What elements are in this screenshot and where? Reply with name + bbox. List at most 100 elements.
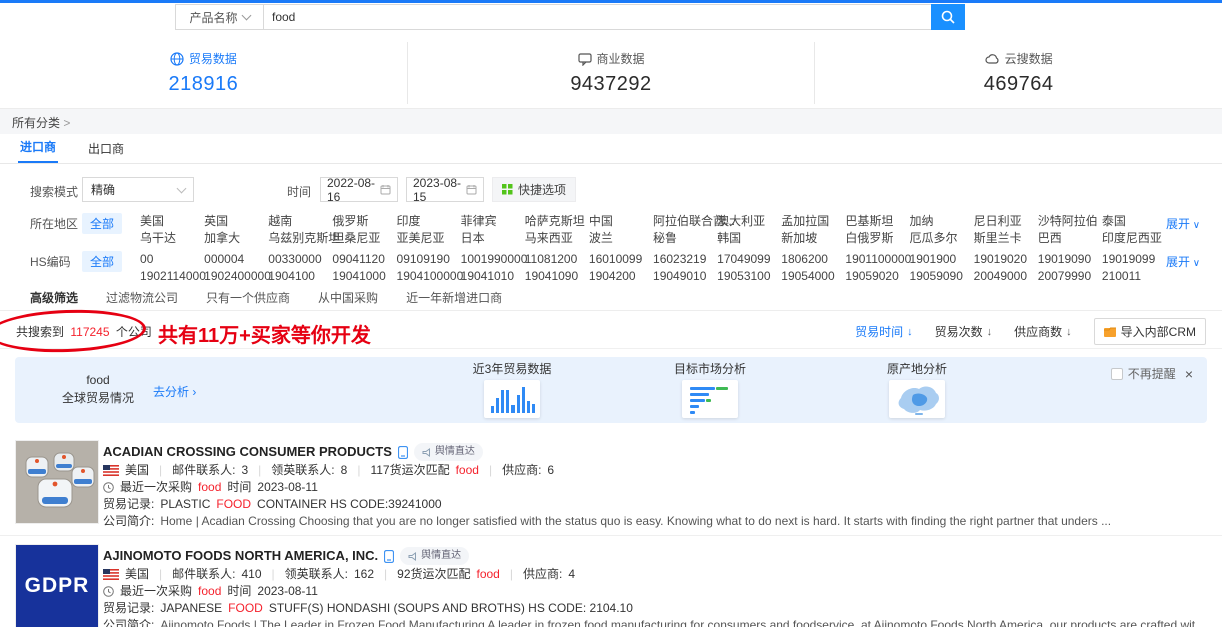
promo-card-trade-trend[interactable]: 近3年贸易数据 — [447, 361, 577, 418]
region-option[interactable]: 巴基斯坦 — [845, 213, 909, 230]
promo-card-origin[interactable]: 原产地分析 — [852, 361, 982, 418]
analyze-link[interactable]: 去分析 — [153, 383, 196, 400]
company-card[interactable]: ACADIAN CROSSING CONSUMER PRODUCTS 舆情直达 … — [0, 437, 1222, 536]
region-option[interactable]: 厄瓜多尔 — [910, 230, 974, 247]
hs-code-option[interactable]: 19019020 — [974, 251, 1038, 268]
sort-trade-time[interactable]: 贸易时间↓ — [855, 323, 913, 340]
search-input[interactable] — [263, 4, 931, 30]
stat-cloud-search-data[interactable]: 云搜数据 469764 — [814, 42, 1222, 104]
region-option[interactable]: 中国 — [589, 213, 653, 230]
hs-code-option[interactable]: 1806200 — [781, 251, 845, 268]
region-option[interactable]: 越南 — [268, 213, 332, 230]
company-name[interactable]: ACADIAN CROSSING CONSUMER PRODUCTS — [103, 444, 392, 460]
region-option[interactable]: 哈萨克斯坦 — [525, 213, 589, 230]
hs-code-option[interactable]: 1001990000 — [461, 251, 525, 268]
region-all-chip[interactable]: 全部 — [82, 213, 122, 234]
hs-code-option[interactable]: 1901100000 — [845, 251, 909, 268]
region-option[interactable]: 日本 — [461, 230, 525, 247]
tab-exporter[interactable]: 出口商 — [86, 134, 126, 163]
sort-supplier-count[interactable]: 供应商数↓ — [1014, 323, 1072, 340]
region-option[interactable]: 俄罗斯 — [332, 213, 396, 230]
hs-code-option[interactable]: 1902114000 — [140, 268, 204, 285]
region-option[interactable]: 新加坡 — [781, 230, 845, 247]
region-expand-link[interactable]: 展开 — [1166, 213, 1222, 232]
quick-filter-link[interactable]: 只有一个供应商 — [206, 289, 290, 306]
date-to-input[interactable]: 2023-08-15 — [406, 177, 484, 202]
region-option[interactable]: 美国 — [140, 213, 204, 230]
contact-card-icon[interactable] — [398, 446, 408, 459]
region-option[interactable]: 英国 — [204, 213, 268, 230]
region-option[interactable]: 斯里兰卡 — [974, 230, 1038, 247]
hs-code-option[interactable]: 20049000 — [974, 268, 1038, 285]
hs-code-option[interactable]: 11081200 — [525, 251, 589, 268]
region-option[interactable]: 秘鲁 — [653, 230, 717, 247]
hs-code-option[interactable]: 17049099 — [717, 251, 781, 268]
hs-code-option[interactable]: 1904100000 — [397, 268, 461, 285]
hs-code-option[interactable]: 19059020 — [845, 268, 909, 285]
hs-code-option[interactable]: 16010099 — [589, 251, 653, 268]
search-button[interactable] — [931, 4, 965, 30]
quick-options-button[interactable]: 快捷选项 — [492, 177, 576, 202]
hs-code-option[interactable]: 19019090 — [1038, 251, 1102, 268]
company-card[interactable]: GDPR AJINOMOTO FOODS NORTH AMERICA, INC.… — [0, 541, 1222, 627]
hs-code-option[interactable]: 09041120 — [332, 251, 396, 268]
stat-trade-data[interactable]: 贸易数据 218916 — [0, 42, 407, 104]
sentiment-badge[interactable]: 舆情直达 — [414, 443, 483, 461]
region-option[interactable]: 韩国 — [717, 230, 781, 247]
import-crm-button[interactable]: 导入内部CRM — [1094, 318, 1206, 345]
hs-code-option[interactable]: 19054000 — [781, 268, 845, 285]
hs-code-option[interactable]: 00 — [140, 251, 204, 268]
close-icon[interactable] — [1185, 366, 1193, 382]
region-option[interactable]: 阿拉伯联合酋... — [653, 213, 717, 230]
region-option[interactable]: 加纳 — [910, 213, 974, 230]
hs-code-option[interactable]: 1904100 — [268, 268, 332, 285]
region-option[interactable]: 加拿大 — [204, 230, 268, 247]
region-option[interactable]: 坦桑尼亚 — [332, 230, 396, 247]
quick-filter-link[interactable]: 从中国采购 — [318, 289, 378, 306]
hs-code-option[interactable]: 19053100 — [717, 268, 781, 285]
hs-code-option[interactable]: 16023219 — [653, 251, 717, 268]
sentiment-badge[interactable]: 舆情直达 — [400, 547, 469, 565]
region-option[interactable]: 印度尼西亚 — [1102, 230, 1166, 247]
sort-trade-count[interactable]: 贸易次数↓ — [935, 323, 993, 340]
hs-code-option[interactable]: 09109190 — [397, 251, 461, 268]
hs-all-chip[interactable]: 全部 — [82, 251, 122, 272]
hs-code-option[interactable]: 19049010 — [653, 268, 717, 285]
region-option[interactable]: 菲律宾 — [461, 213, 525, 230]
hs-code-option[interactable]: 20079990 — [1038, 268, 1102, 285]
region-option[interactable]: 巴西 — [1038, 230, 1102, 247]
region-option[interactable]: 沙特阿拉伯 — [1038, 213, 1102, 230]
region-option[interactable]: 孟加拉国 — [781, 213, 845, 230]
promo-card-target-market[interactable]: 目标市场分析 — [645, 361, 775, 418]
hs-code-option[interactable]: 1902400000 — [204, 268, 268, 285]
tab-importer[interactable]: 进口商 — [18, 132, 58, 163]
hs-code-option[interactable]: 19041010 — [461, 268, 525, 285]
hs-code-option[interactable]: 1901900 — [910, 251, 974, 268]
breadcrumb[interactable]: 所有分类 — [12, 114, 70, 131]
date-from-input[interactable]: 2022-08-16 — [320, 177, 398, 202]
stat-business-data[interactable]: 商业数据 9437292 — [407, 42, 815, 104]
region-option[interactable]: 尼日利亚 — [974, 213, 1038, 230]
hs-code-option[interactable]: 00330000 — [268, 251, 332, 268]
hs-code-option[interactable]: 19019099 — [1102, 251, 1166, 268]
region-option[interactable]: 泰国 — [1102, 213, 1166, 230]
hs-code-option[interactable]: 210011 — [1102, 268, 1166, 285]
search-mode-select[interactable]: 精确 — [82, 177, 194, 202]
region-option[interactable]: 亚美尼亚 — [397, 230, 461, 247]
contact-card-icon[interactable] — [384, 550, 394, 563]
hs-code-option[interactable]: 1904200 — [589, 268, 653, 285]
region-option[interactable]: 印度 — [397, 213, 461, 230]
quick-filter-link[interactable]: 近一年新增进口商 — [406, 289, 502, 306]
region-option[interactable]: 乌兹别克斯坦 — [268, 230, 332, 247]
region-option[interactable]: 马来西亚 — [525, 230, 589, 247]
hs-code-option[interactable]: 19059090 — [910, 268, 974, 285]
hs-code-option[interactable]: 19041000 — [332, 268, 396, 285]
advanced-filter-link[interactable]: 高级筛选 — [30, 289, 78, 306]
company-name[interactable]: AJINOMOTO FOODS NORTH AMERICA, INC. — [103, 548, 378, 564]
quick-filter-link[interactable]: 过滤物流公司 — [106, 289, 178, 306]
hs-code-option[interactable]: 000004 — [204, 251, 268, 268]
dismiss-checkbox[interactable] — [1111, 368, 1123, 380]
region-option[interactable]: 澳大利亚 — [717, 213, 781, 230]
region-option[interactable]: 白俄罗斯 — [845, 230, 909, 247]
search-category-select[interactable]: 产品名称 — [175, 4, 263, 30]
